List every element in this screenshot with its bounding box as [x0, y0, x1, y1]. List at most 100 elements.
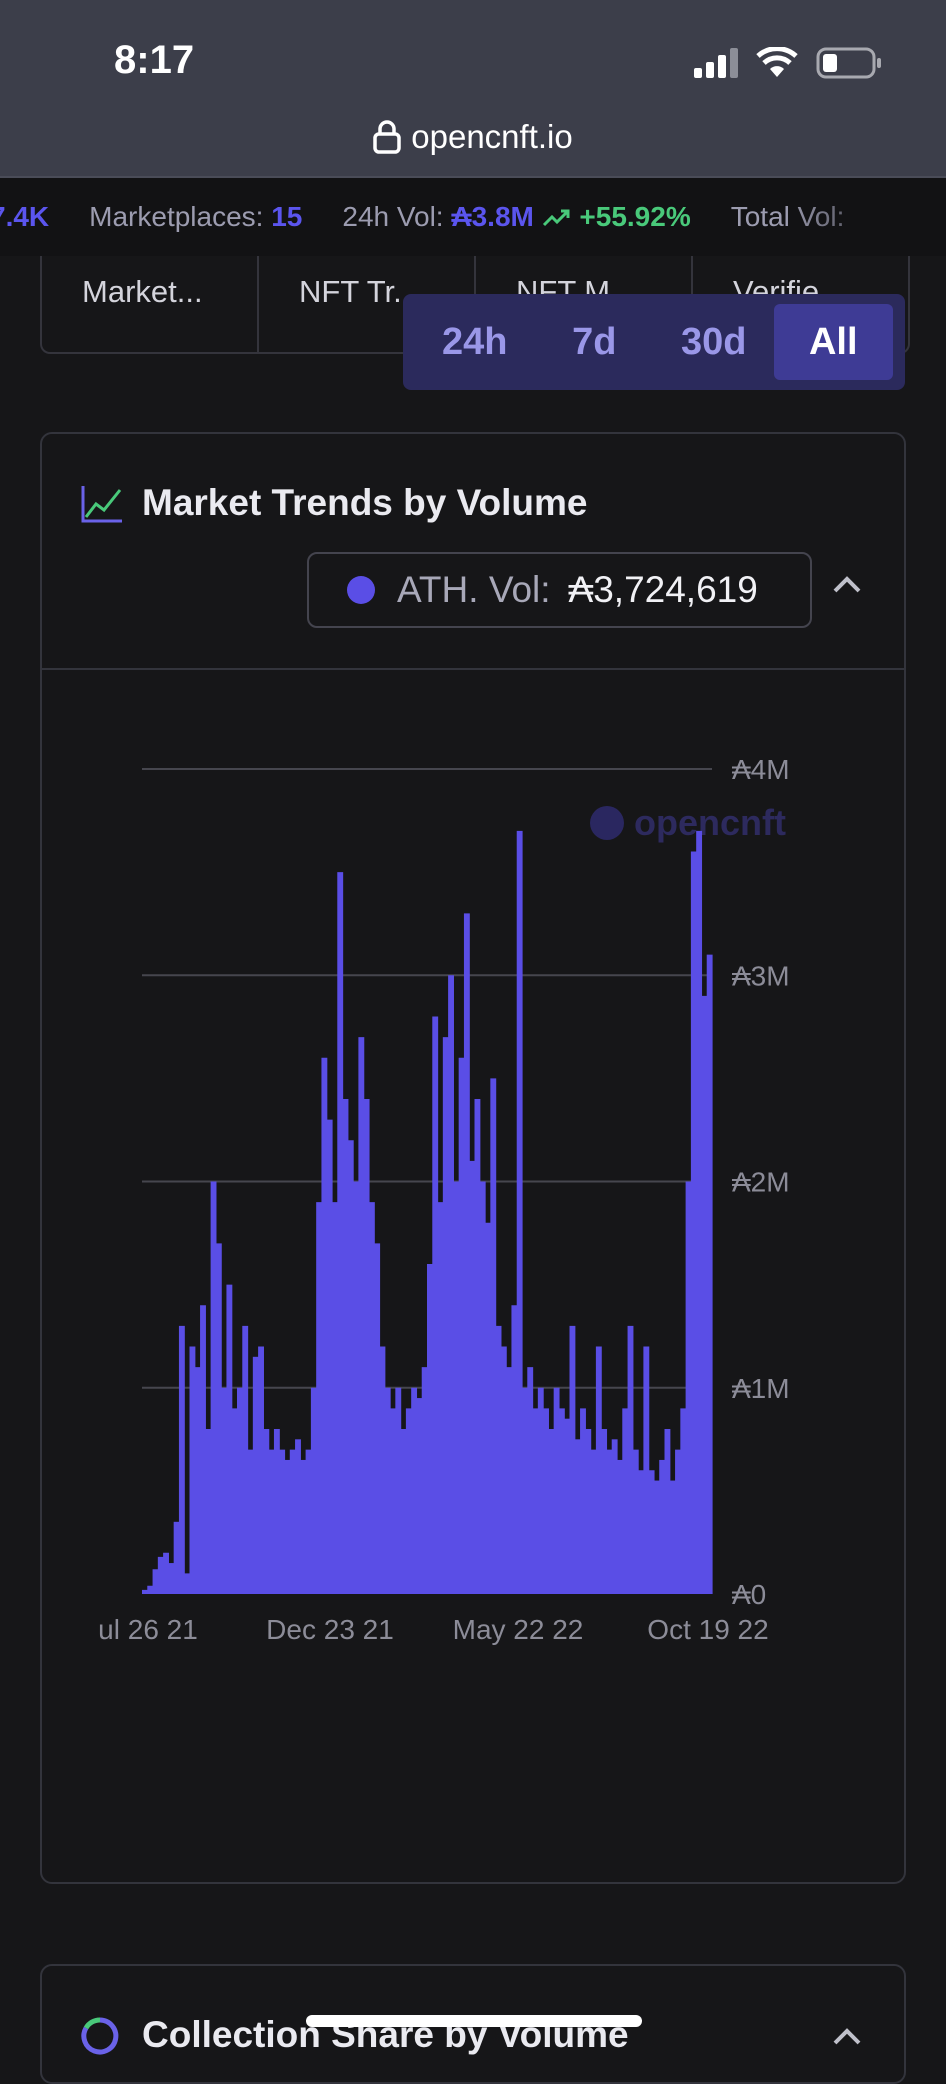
- volume-bar: [622, 1408, 629, 1595]
- volume-bar: [321, 1057, 328, 1594]
- volume-bar: [590, 1449, 597, 1595]
- volume-bar: [242, 1325, 249, 1595]
- volume-bar: [474, 1099, 481, 1594]
- volume-bar: [522, 1387, 528, 1594]
- volume-bar: [221, 1387, 228, 1594]
- volume-bar: [485, 1222, 491, 1594]
- volume-bar: [479, 1181, 486, 1594]
- volume-bar: [379, 1346, 386, 1594]
- volume-bar: [659, 1459, 666, 1594]
- volume-bar: [558, 1408, 565, 1595]
- volume-bar: [543, 1408, 549, 1595]
- volume-bar: [163, 1552, 169, 1594]
- volume-bar: [178, 1325, 185, 1595]
- volume-bar: [606, 1449, 613, 1595]
- volume-bar: [168, 1563, 175, 1594]
- volume-bar: [237, 1387, 243, 1594]
- y-tick-label: ₳3M: [732, 960, 790, 991]
- volume-bar: [289, 1449, 296, 1595]
- chevron-up-icon[interactable]: [832, 2026, 862, 2046]
- volume-bar: [627, 1325, 634, 1595]
- volume-chart: ₳0 ₳1M ₳2M ₳3M ₳4M ul 26 21 Dec 23 21 May 22 2…: [98, 754, 790, 1645]
- volume-bar: [706, 954, 713, 1595]
- y-tick-label: ₳1M: [732, 1373, 790, 1404]
- volume-bar: [632, 1449, 639, 1595]
- volume-bar: [532, 1408, 539, 1595]
- volume-bar: [442, 1037, 449, 1595]
- volume-bar: [247, 1449, 254, 1595]
- volume-bar: [595, 1346, 602, 1594]
- volume-bar: [353, 1181, 359, 1594]
- market-trends-card: Market Trends by Volume ATH. Vol: ₳3,724…: [40, 432, 906, 1884]
- volume-bar: [690, 851, 697, 1594]
- volume-bar: [648, 1470, 655, 1594]
- volume-bar: [332, 1202, 338, 1595]
- volume-bar: [580, 1408, 586, 1595]
- volume-bar: [506, 1367, 513, 1595]
- volume-bar: [200, 1305, 206, 1594]
- volume-bar: [310, 1387, 317, 1594]
- volume-bar: [463, 913, 470, 1595]
- volume-bar: [537, 1387, 544, 1594]
- volume-bar: [273, 1429, 280, 1594]
- volume-bar: [421, 1367, 428, 1595]
- x-tick-label: ul 26 21: [98, 1614, 198, 1645]
- volume-bar: [368, 1202, 375, 1595]
- x-tick-label: Oct 19 22: [647, 1614, 768, 1645]
- volume-bar: [611, 1439, 618, 1594]
- volume-bar: [226, 1284, 233, 1595]
- volume-bar: [585, 1429, 592, 1594]
- volume-bar: [448, 975, 454, 1594]
- volume-bar: [194, 1367, 201, 1595]
- volume-bar: [147, 1585, 154, 1594]
- volume-bar: [347, 1140, 354, 1594]
- volume-bar: [490, 1078, 497, 1595]
- volume-bar: [653, 1480, 660, 1594]
- volume-bar: [395, 1387, 402, 1594]
- volume-bar: [358, 1037, 365, 1595]
- y-tick-label: ₳0: [732, 1579, 766, 1610]
- volume-bar: [157, 1556, 164, 1595]
- x-axis-labels: ul 26 21 Dec 23 21 May 22 22 Oct 19 22: [98, 1614, 769, 1645]
- volume-bar: [458, 1057, 465, 1594]
- y-tick-label: ₳4M: [732, 754, 790, 785]
- volume-bar: [263, 1429, 270, 1594]
- volume-bar: [411, 1387, 418, 1594]
- volume-bar: [553, 1387, 560, 1594]
- volume-bar: [305, 1449, 312, 1595]
- volume-bar: [184, 1573, 191, 1595]
- volume-bar: [527, 1367, 534, 1595]
- volume-bar: [574, 1439, 581, 1594]
- volume-bar: [205, 1429, 212, 1594]
- volume-bar: [669, 1480, 676, 1594]
- y-axis-labels: ₳0 ₳1M ₳2M ₳3M ₳4M: [732, 754, 790, 1610]
- volume-bar: [142, 1589, 148, 1595]
- volume-bar: [643, 1346, 650, 1594]
- volume-bar: [326, 1119, 333, 1595]
- volume-bar: [432, 1016, 439, 1594]
- volume-bar: [511, 1305, 518, 1594]
- volume-bar: [279, 1449, 286, 1595]
- volume-bar: [685, 1181, 692, 1594]
- volume-bar: [316, 1202, 323, 1595]
- volume-bar: [252, 1356, 259, 1594]
- volume-bar: [569, 1325, 576, 1595]
- volume-bar: [617, 1459, 623, 1594]
- volume-bar: [453, 1181, 460, 1594]
- home-indicator: [306, 2015, 642, 2027]
- volume-bar: [500, 1346, 507, 1594]
- volume-bar: [210, 1181, 217, 1594]
- volume-bar: [548, 1429, 555, 1594]
- volume-bar: [516, 830, 523, 1595]
- volume-bar: [258, 1346, 264, 1594]
- volume-bar: [680, 1408, 687, 1595]
- volume-bar: [701, 995, 708, 1595]
- y-tick-label: ₳2M: [732, 1167, 790, 1198]
- volume-bar: [400, 1429, 407, 1594]
- volume-bar: [215, 1243, 222, 1595]
- volume-bar: [664, 1429, 671, 1594]
- volume-bar: [374, 1243, 381, 1595]
- volume-bar: [300, 1459, 307, 1594]
- x-tick-label: Dec 23 21: [266, 1614, 394, 1645]
- volume-bar: [284, 1459, 291, 1594]
